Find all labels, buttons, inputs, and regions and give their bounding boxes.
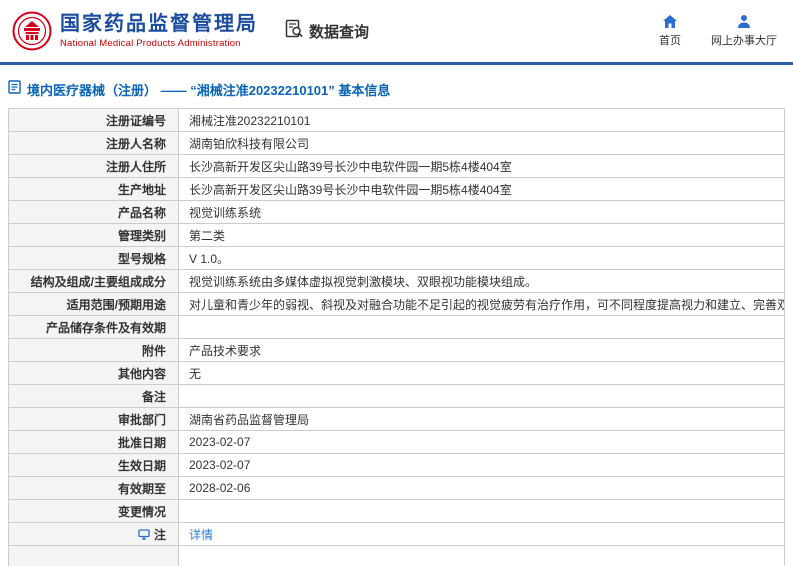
row-label: 注册证编号 bbox=[9, 109, 179, 131]
row-label: 产品储存条件及有效期 bbox=[9, 316, 179, 338]
row-label bbox=[9, 546, 179, 566]
brand-text: 国家药品监督管理局 National Medical Products Admi… bbox=[60, 13, 258, 49]
row-value: 2023-02-07 bbox=[189, 435, 251, 449]
home-icon bbox=[662, 14, 678, 29]
detail-link[interactable]: 详情 bbox=[189, 526, 213, 543]
document-icon bbox=[8, 80, 21, 99]
row-label: 审批部门 bbox=[9, 408, 179, 430]
row-value: V 1.0。 bbox=[189, 251, 230, 266]
row-label: 适用范围/预期用途 bbox=[9, 293, 179, 315]
row-value: 湖南铂欣科技有限公司 bbox=[189, 136, 310, 151]
row-label: 批准日期 bbox=[9, 431, 179, 453]
row-label: 变更情况 bbox=[9, 500, 179, 522]
nav-service-hall[interactable]: 网上办事大厅 bbox=[711, 14, 777, 48]
nav-home-label: 首页 bbox=[659, 35, 681, 47]
table-row: 注册人名称 湖南铂欣科技有限公司 bbox=[8, 132, 785, 155]
table-row: 产品名称 视觉训练系统 bbox=[8, 201, 785, 224]
table-row: 型号规格 V 1.0。 bbox=[8, 247, 785, 270]
table-row: 批准日期 2023-02-07 bbox=[8, 431, 785, 454]
table-row: 注详情 bbox=[8, 523, 785, 546]
table-row: 附件 产品技术要求 bbox=[8, 339, 785, 362]
page-title: 境内医疗器械（注册） —— “湘械注准20232210101” 基本信息 bbox=[27, 83, 391, 98]
info-table: 注册证编号 湘械注准20232210101 注册人名称 湖南铂欣科技有限公司 注册人住所… bbox=[8, 108, 785, 566]
table-row: 注册人住所 长沙高新开发区尖山路39号长沙中电软件园一期5栋4楼404室 bbox=[8, 155, 785, 178]
table-row: 管理类别 第二类 bbox=[8, 224, 785, 247]
row-value bbox=[179, 546, 784, 566]
row-value: 2023-02-07 bbox=[189, 458, 251, 472]
nav-home[interactable]: 首页 bbox=[659, 14, 681, 48]
table-row: 适用范围/预期用途 对儿童和青少年的弱视、斜视及对融合功能不足引起的视觉疲劳有治疗… bbox=[8, 293, 785, 316]
row-label: 生产地址 bbox=[9, 178, 179, 200]
table-row: 审批部门 湖南省药品监督管理局 bbox=[8, 408, 785, 431]
row-label: 管理类别 bbox=[9, 224, 179, 246]
row-value: 详情 bbox=[179, 523, 784, 545]
brand: 国家药品监督管理局 National Medical Products Admi… bbox=[12, 11, 258, 51]
row-label: 结构及组成/主要组成成分 bbox=[9, 270, 179, 292]
table-row: 产品储存条件及有效期 bbox=[8, 316, 785, 339]
table-row: 结构及组成/主要组成成分 视觉训练系统由多媒体虚拟视觉刺激模块、双眼视功能模块组成… bbox=[8, 270, 785, 293]
row-value: 湖南省药品监督管理局 bbox=[189, 412, 310, 427]
row-value: 视觉训练系统由多媒体虚拟视觉刺激模块、双眼视功能模块组成。 bbox=[189, 274, 538, 289]
row-value: 长沙高新开发区尖山路39号长沙中电软件园一期5栋4楼404室 bbox=[189, 159, 512, 174]
row-value: 湘械注准20232210101 bbox=[189, 113, 311, 128]
top-nav: 首页 网上办事大厅 bbox=[659, 14, 777, 48]
national-emblem-icon bbox=[12, 11, 52, 51]
row-label: 注册人名称 bbox=[9, 132, 179, 154]
row-label: 备注 bbox=[9, 385, 179, 407]
org-name-cn: 国家药品监督管理局 bbox=[60, 13, 258, 35]
row-value: 长沙高新开发区尖山路39号长沙中电软件园一期5栋4楼404室 bbox=[189, 182, 512, 197]
data-query-button[interactable]: 数据查询 bbox=[284, 19, 369, 43]
row-label: 注册人住所 bbox=[9, 155, 179, 177]
row-value bbox=[179, 500, 784, 522]
row-label: 型号规格 bbox=[9, 247, 179, 269]
table-row: 生产地址 长沙高新开发区尖山路39号长沙中电软件园一期5栋4楼404室 bbox=[8, 178, 785, 201]
table-row: 注册证编号 湘械注准20232210101 bbox=[8, 109, 785, 132]
row-value: 产品技术要求 bbox=[189, 343, 262, 358]
site-header: 国家药品监督管理局 National Medical Products Admi… bbox=[0, 0, 793, 62]
nav-service-hall-label: 网上办事大厅 bbox=[711, 35, 777, 47]
person-icon bbox=[736, 14, 752, 29]
row-label: 产品名称 bbox=[9, 201, 179, 223]
row-value: 视觉训练系统 bbox=[189, 205, 262, 220]
table-row: 备注 bbox=[8, 385, 785, 408]
row-label: 附件 bbox=[9, 339, 179, 361]
row-value: 2028-02-06 bbox=[189, 481, 251, 495]
table-row: 其他内容无 bbox=[8, 362, 785, 385]
row-value bbox=[179, 385, 784, 407]
row-label: 注 bbox=[9, 523, 179, 545]
table-row: 变更情况 bbox=[8, 500, 785, 523]
data-query-label: 数据查询 bbox=[309, 23, 370, 41]
row-value bbox=[179, 316, 784, 338]
row-value: 对儿童和青少年的弱视、斜视及对融合功能不足引起的视觉疲劳有治疗作用，可不同程度提… bbox=[189, 297, 784, 312]
row-label: 有效期至 bbox=[9, 477, 179, 499]
row-value: 无 bbox=[189, 366, 202, 381]
row-label: 其他内容 bbox=[9, 362, 179, 384]
table-row bbox=[8, 546, 785, 566]
page-title-bar: 境内医疗器械（注册） —— “湘械注准20232210101” 基本信息 bbox=[0, 65, 793, 108]
org-name-en: National Medical Products Administration bbox=[60, 38, 241, 49]
table-row: 生效日期 2023-02-07 bbox=[8, 454, 785, 477]
data-query-icon bbox=[284, 19, 309, 43]
row-label: 生效日期 bbox=[9, 454, 179, 476]
table-row: 有效期至 2028-02-06 bbox=[8, 477, 785, 500]
row-value: 第二类 bbox=[189, 228, 226, 243]
note-icon bbox=[138, 528, 150, 540]
